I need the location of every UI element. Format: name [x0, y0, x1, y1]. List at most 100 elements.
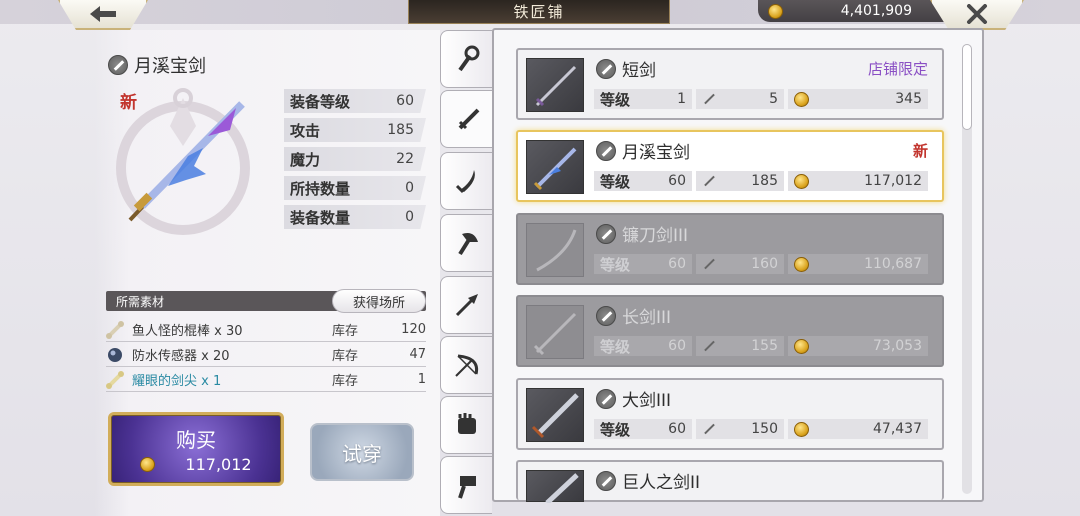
- sword-badge-icon: [596, 140, 616, 161]
- shop-limited-tag: 店铺限定: [867, 60, 928, 78]
- orb-icon: [108, 347, 122, 362]
- page-title: 铁匠铺: [408, 0, 670, 24]
- new-tag: 新: [120, 93, 137, 113]
- tab-fist[interactable]: [440, 396, 492, 454]
- back-button[interactable]: [58, 0, 148, 30]
- price-value: 345: [895, 91, 922, 107]
- level-value: 60: [668, 338, 686, 354]
- close-icon: [967, 4, 987, 24]
- stat-label: 所持数量: [290, 179, 351, 198]
- bow-icon: [454, 354, 478, 377]
- item-thumbnail: [526, 223, 584, 277]
- item-thumbnail: [526, 305, 584, 359]
- tab-bow[interactable]: [440, 336, 492, 394]
- list-item[interactable]: 镰刀剑III 等级 60 160 110,687: [516, 213, 944, 285]
- item-title: 镰刀剑III: [596, 221, 688, 246]
- level-value: 60: [668, 421, 686, 437]
- stat-label: 装备等级: [290, 92, 351, 111]
- bone-icon: [106, 370, 124, 389]
- stat-row: 装备数量 0: [284, 205, 426, 229]
- stock-count: 1: [417, 372, 426, 387]
- list-item[interactable]: 短剑 店铺限定 等级 1 5 345: [516, 48, 944, 120]
- item-thumbnail: [526, 140, 584, 194]
- sword-badge-icon: [108, 55, 128, 75]
- stock-label: 库存: [332, 374, 359, 389]
- coin-icon: [768, 3, 783, 19]
- acquire-location-button[interactable]: 获得场所: [332, 289, 426, 313]
- item-name: 镰刀剑III: [622, 226, 689, 246]
- close-button[interactable]: [930, 0, 1024, 30]
- material-row[interactable]: 防水传感器 x 20 库存 47: [106, 343, 426, 367]
- material-row[interactable]: 鱼人怪的棍棒 x 30 库存 120: [106, 318, 426, 342]
- stat-value: 0: [405, 180, 414, 196]
- item-name: 月溪宝剑: [134, 56, 206, 77]
- attack-value: 155: [751, 338, 778, 354]
- price-value: 117,012: [864, 173, 922, 189]
- coin-icon: [794, 338, 809, 354]
- list-item[interactable]: 长剑III 等级 60 155 73,053: [516, 295, 944, 367]
- tab-spear[interactable]: [440, 276, 492, 334]
- gold-amount: 4,401,909: [840, 3, 912, 19]
- scrollbar-thumb[interactable]: [962, 44, 972, 130]
- stat-row: 魔力 22: [284, 147, 426, 171]
- item-title: 短剑: [596, 56, 656, 81]
- sword-badge-icon: [596, 223, 616, 244]
- item-title: 长剑III: [596, 303, 671, 328]
- tab-sword[interactable]: [440, 90, 496, 148]
- item-info: 等级 60 185 117,012: [594, 170, 932, 192]
- blade-icon: [455, 170, 475, 194]
- sword-image-icon: [536, 229, 577, 272]
- buy-price: 117,012: [140, 455, 252, 474]
- item-title: 巨人之剑II: [596, 468, 700, 493]
- material-name: 耀眼的剑尖 x 1: [132, 374, 222, 389]
- try-on-button[interactable]: 试穿: [310, 423, 414, 481]
- attack-icon: [702, 422, 716, 436]
- item-name: 月溪宝剑: [622, 143, 690, 163]
- level-label: 等级: [600, 90, 631, 109]
- item-name: 长剑III: [622, 308, 672, 328]
- stat-row: 攻击 185: [284, 118, 426, 142]
- sword-icon: [458, 108, 479, 130]
- attack-icon: [702, 339, 716, 353]
- sword-image-icon: [533, 147, 577, 191]
- stat-value: 0: [405, 209, 414, 225]
- item-title: 月溪宝剑: [108, 52, 206, 78]
- item-name: 巨人之剑II: [622, 473, 701, 493]
- item-info: 等级 60 150 47,437: [594, 418, 932, 440]
- level-label: 等级: [600, 172, 631, 191]
- list-item[interactable]: 月溪宝剑 新 等级 60 185 117,012: [516, 130, 944, 202]
- buy-price-value: 117,012: [185, 455, 252, 474]
- material-row[interactable]: 耀眼的剑尖 x 1 库存 1: [106, 368, 426, 392]
- buy-button[interactable]: 购买 117,012: [108, 412, 284, 486]
- price-value: 47,437: [873, 421, 922, 437]
- tab-staff[interactable]: [440, 30, 492, 88]
- new-tag: 新: [912, 142, 928, 160]
- item-thumbnail: [526, 58, 584, 112]
- price-value: 73,053: [873, 338, 922, 354]
- list-item[interactable]: 大剑III 等级 60 150 47,437: [516, 378, 944, 450]
- attack-icon: [702, 174, 716, 188]
- material-name: 鱼人怪的棍棒 x 30: [132, 324, 243, 339]
- attack-value: 160: [751, 256, 778, 272]
- fist-icon: [457, 413, 476, 434]
- stat-label: 装备数量: [290, 208, 351, 227]
- axe-icon: [457, 233, 478, 256]
- coin-icon: [140, 457, 156, 472]
- stat-value: 185: [387, 122, 414, 138]
- list-item[interactable]: 巨人之剑II: [516, 460, 944, 505]
- level-value: 1: [677, 91, 686, 107]
- sword-image-icon: [535, 65, 577, 107]
- buy-label: 购买: [176, 428, 216, 452]
- attack-icon: [702, 257, 716, 271]
- item-name: 大剑III: [622, 391, 672, 411]
- item-title: 大剑III: [596, 386, 671, 411]
- stock-count: 120: [401, 322, 426, 337]
- coin-icon: [794, 256, 809, 272]
- level-label: 等级: [600, 337, 631, 356]
- tab-blade[interactable]: [440, 152, 492, 210]
- bone-icon: [106, 320, 124, 339]
- material-name: 防水传感器 x 20: [132, 349, 230, 364]
- tab-hammer[interactable]: [440, 456, 492, 514]
- item-info: 等级 1 5 345: [594, 88, 932, 110]
- tab-axe[interactable]: [440, 214, 492, 272]
